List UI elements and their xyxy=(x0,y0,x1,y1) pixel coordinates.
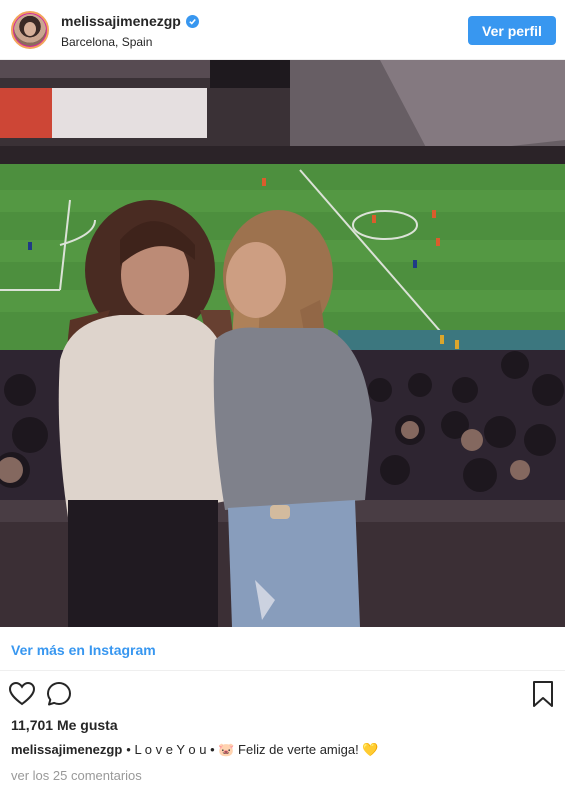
bookmark-icon[interactable] xyxy=(530,680,556,708)
heart-icon[interactable] xyxy=(8,680,36,708)
likes-count[interactable]: 11,701 Me gusta xyxy=(11,717,118,733)
view-more-on-instagram-link[interactable]: Ver más en Instagram xyxy=(11,642,156,658)
verified-icon xyxy=(185,14,199,28)
username-link[interactable]: melissajimenezgp xyxy=(61,13,181,29)
caption: melissajimenezgp • L o v e Y o u • 🐷 Feli… xyxy=(11,742,379,758)
caption-text: • L o v e Y o u • 🐷 Feliz de verte amiga… xyxy=(126,742,379,757)
location-link[interactable]: Barcelona, Spain xyxy=(61,35,152,49)
instagram-embed-card: melissajimenezgp Barcelona, Spain Ver pe… xyxy=(0,0,565,800)
post-header: melissajimenezgp Barcelona, Spain Ver pe… xyxy=(0,0,565,60)
divider xyxy=(0,670,565,671)
username-row: melissajimenezgp xyxy=(61,13,199,29)
avatar[interactable] xyxy=(11,11,49,49)
view-profile-button[interactable]: Ver perfil xyxy=(468,16,556,45)
caption-username[interactable]: melissajimenezgp xyxy=(11,742,122,757)
post-photo[interactable] xyxy=(0,60,565,627)
view-comments-link[interactable]: ver los 25 comentarios xyxy=(11,768,142,783)
comment-icon[interactable] xyxy=(45,680,73,708)
